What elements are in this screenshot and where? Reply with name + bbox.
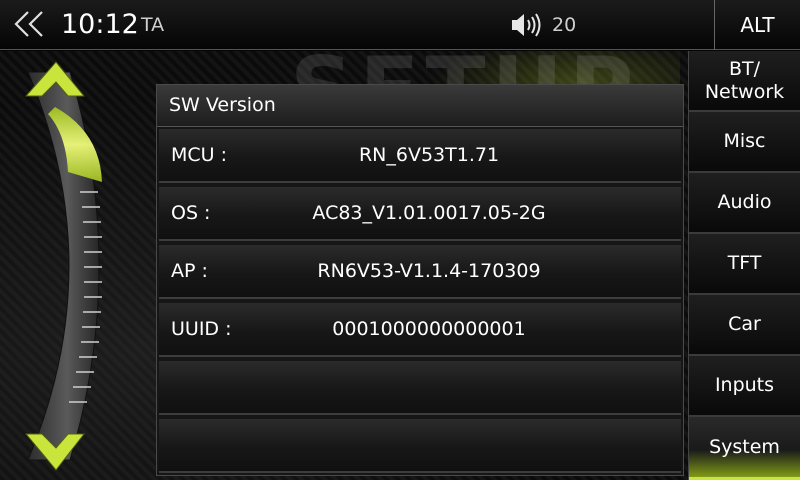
setup-sidebar: BT/ Network Misc Audio TFT Car Inputs Sy… [688,51,800,480]
panel-header: SW Version [157,85,683,127]
row-value: RN6V53-V1.1.4-170309 [317,260,541,282]
scroll-wheel[interactable] [18,52,130,480]
sidebar-item-tft[interactable]: TFT [689,234,800,295]
info-row-empty [159,361,681,415]
sidebar-item-inputs[interactable]: Inputs [689,356,800,417]
info-row-mcu: MCU : RN_6V53T1.71 [159,129,681,183]
sidebar-item-misc[interactable]: Misc [689,112,800,173]
info-row-empty [159,419,681,473]
row-label: OS : [171,202,211,224]
sidebar-item-audio[interactable]: Audio [689,173,800,234]
row-value: RN_6V53T1.71 [358,144,500,166]
sidebar-item-car[interactable]: Car [689,295,800,356]
sidebar-item-bt-network[interactable]: BT/ Network [689,51,800,112]
row-value: AC83_V1.01.0017.05-2G [312,202,546,224]
volume-control[interactable]: 20 [510,10,576,40]
info-row-os: OS : AC83_V1.01.0017.05-2G [159,187,681,241]
volume-value: 20 [552,14,577,36]
row-label: MCU : [171,144,228,166]
alt-button[interactable]: ALT [714,0,800,50]
ta-indicator: TA [141,14,165,36]
info-row-uuid: UUID : 0001000000000001 [159,303,681,357]
sw-version-panel: SW Version MCU : RN_6V53T1.71 OS : AC83_… [156,84,684,476]
panel-title: SW Version [169,94,276,116]
info-row-ap: AP : RN6V53-V1.1.4-170309 [159,245,681,299]
double-chevron-left-icon [14,11,43,37]
back-button[interactable] [8,4,52,44]
clock: 10:12 [61,9,139,40]
speaker-icon [512,13,541,37]
row-label: UUID : [171,318,232,340]
row-value: 0001000000000001 [332,318,526,340]
status-bar: 10:12 TA 20 ALT [0,0,800,50]
row-label: AP : [171,260,208,282]
sidebar-item-system[interactable]: System [689,417,800,480]
